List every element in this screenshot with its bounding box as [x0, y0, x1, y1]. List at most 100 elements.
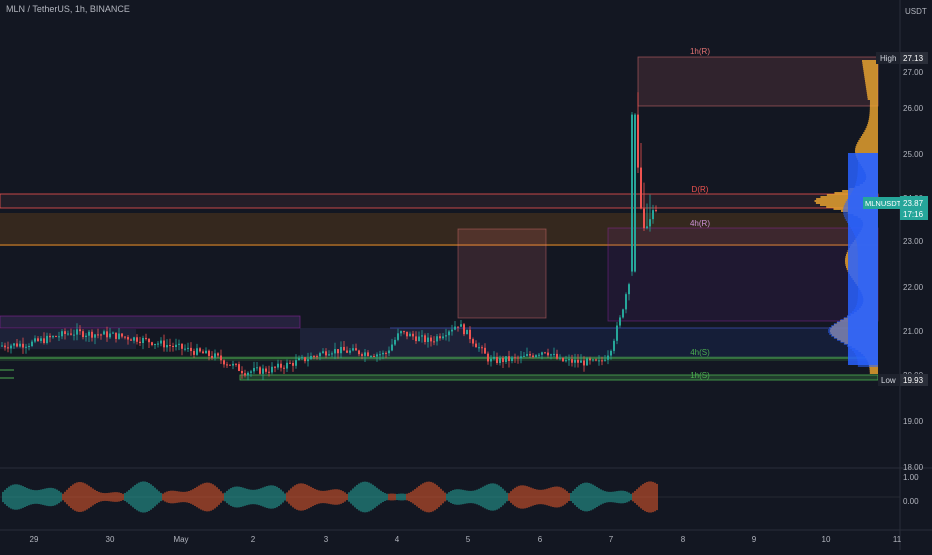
oscillator-bar — [602, 490, 604, 504]
oscillator-bar — [298, 483, 300, 511]
oscillator-bar — [510, 491, 512, 503]
value-area-bar — [849, 195, 878, 197]
value-area-bar — [857, 283, 878, 285]
oscillator-bar — [536, 489, 538, 505]
oscillator-bar — [204, 482, 206, 512]
candle-body — [505, 356, 507, 362]
oscillator-bar — [164, 492, 166, 502]
volume-bar — [856, 144, 878, 146]
candle-body — [526, 354, 528, 356]
candle-body — [580, 360, 582, 363]
volume-bar — [866, 90, 878, 92]
oscillator-bar — [278, 488, 280, 506]
oscillator-bar — [198, 485, 200, 509]
oscillator-bar — [44, 488, 46, 506]
oscillator-bar — [626, 491, 628, 503]
oscillator-bar — [252, 489, 254, 505]
oscillator-bar — [494, 483, 496, 511]
oscillator-bar — [12, 484, 14, 510]
value-area-bar — [828, 331, 878, 333]
candle-body — [652, 210, 654, 220]
volume-bar — [867, 122, 878, 124]
candle-body — [538, 354, 540, 356]
oscillator-bar — [416, 487, 418, 507]
oscillator-bar — [238, 486, 240, 508]
candle-body — [610, 350, 612, 356]
oscillator-bar — [92, 488, 94, 506]
oscillator-bar — [476, 489, 478, 505]
oscillator-bar — [646, 481, 648, 513]
candle-body — [442, 336, 444, 339]
oscillator-bar — [168, 490, 170, 504]
volume-bar — [864, 130, 878, 132]
resistance-zone-1h — [637, 56, 879, 107]
value-area-bar — [854, 185, 878, 187]
oscillator-bar — [212, 484, 214, 510]
value-area-bar — [829, 327, 878, 329]
oscillator-bar — [562, 488, 564, 506]
candle-body — [469, 329, 471, 340]
oscillator-bar — [538, 489, 540, 505]
value-area-bar — [840, 319, 878, 321]
oscillator-bar — [586, 482, 588, 512]
value-area-bar — [856, 355, 878, 357]
oscillator-bar — [272, 485, 274, 509]
price-chart[interactable]: 1h(R) D(R) 4h(R) 4h(S) 1h(S) 27.00 26.00… — [0, 0, 932, 550]
volume-bar — [863, 132, 878, 134]
candle-body — [22, 343, 24, 348]
chart-title[interactable]: MLN / TetherUS, 1h, BINANCE — [6, 4, 130, 14]
candle-body — [307, 359, 309, 362]
oscillator-bar — [158, 491, 160, 503]
oscillator-bar — [186, 491, 188, 503]
value-area-bar — [831, 325, 878, 327]
value-area-bar — [856, 241, 878, 243]
candle-body — [115, 332, 117, 339]
candle-body — [535, 355, 537, 357]
volume-bar — [869, 112, 878, 114]
value-area-bar — [851, 311, 878, 313]
value-area-bar — [837, 339, 878, 341]
chart-window[interactable]: 1h(R) D(R) 4h(R) 4h(S) 1h(S) 27.00 26.00… — [0, 0, 932, 550]
oscillator-bar — [108, 492, 110, 502]
candle-body — [70, 333, 72, 335]
oscillator-bar — [52, 488, 54, 506]
candle-body — [229, 364, 231, 366]
oscillator-bar — [502, 488, 504, 506]
candle-body — [568, 359, 570, 361]
oscillator-bar — [340, 490, 342, 504]
oscillator-bar — [654, 482, 656, 512]
oscillator-bar — [444, 492, 446, 502]
candle-body — [424, 335, 426, 342]
candle-body — [154, 343, 156, 346]
oscillator-bar — [414, 489, 416, 505]
candle-body — [577, 359, 579, 363]
candle-body — [58, 336, 60, 338]
volume-bar — [865, 128, 878, 130]
oscillator-bar — [130, 488, 132, 506]
oscillator-bar — [2, 491, 4, 503]
candle-body — [328, 354, 330, 356]
volume-bar — [866, 88, 878, 90]
value-area-bar — [856, 181, 878, 183]
candle-body — [376, 354, 378, 357]
oscillator-bar — [362, 481, 364, 513]
oscillator-bar — [594, 485, 596, 509]
oscillator-bar — [98, 491, 100, 503]
oscillator-bar — [622, 490, 624, 504]
candle-body — [190, 347, 192, 352]
oscillator-bar — [332, 489, 334, 505]
candle-body — [37, 338, 39, 341]
price-label-18: 18.00 — [903, 463, 924, 472]
oscillator-bar — [634, 490, 636, 504]
candle-body — [613, 340, 615, 351]
candle-body — [319, 353, 321, 357]
oscillator-bar — [576, 486, 578, 508]
candle-body — [325, 351, 327, 356]
candle-body — [91, 331, 93, 338]
oscillator-bar — [216, 487, 218, 507]
value-area-bar — [857, 173, 878, 175]
value-area-bar — [857, 167, 878, 169]
oscillator-bar — [64, 491, 66, 503]
oscillator-bar — [306, 484, 308, 510]
oscillator-bar — [588, 482, 590, 512]
